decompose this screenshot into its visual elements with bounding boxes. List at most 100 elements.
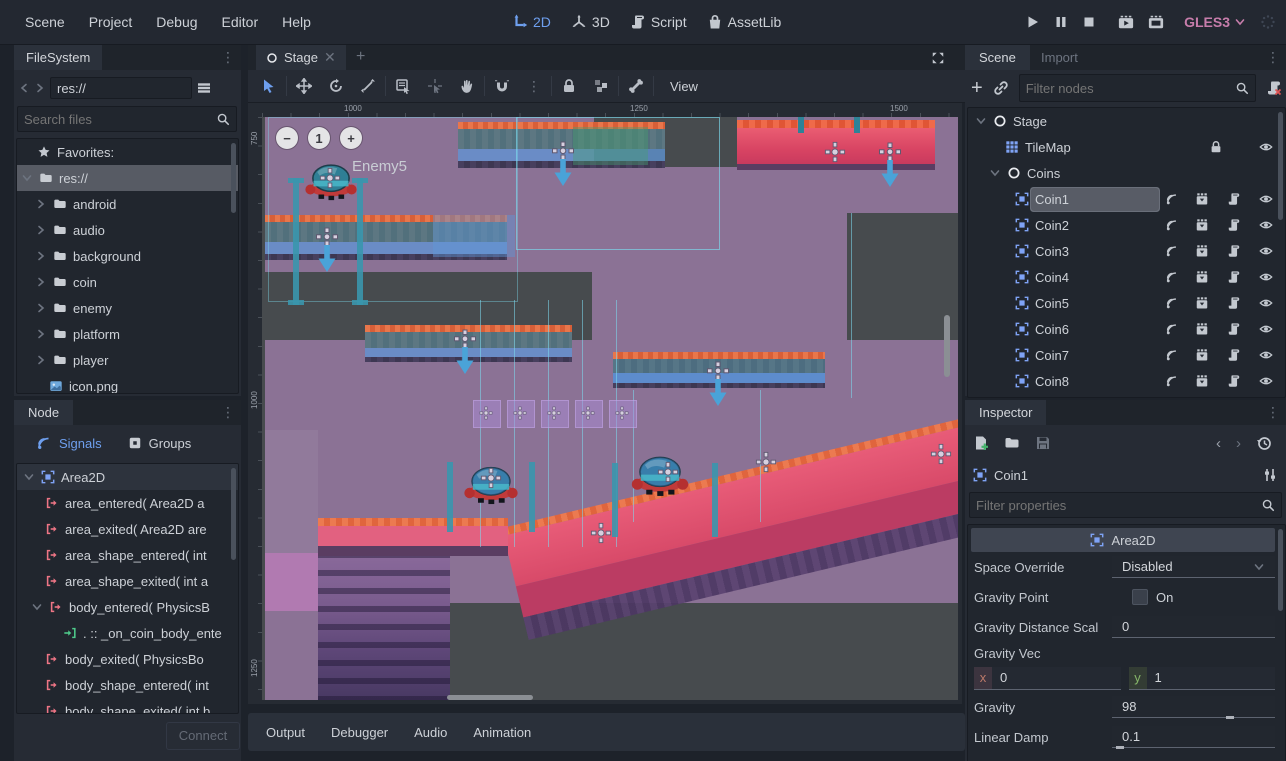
- gravity-point-checkbox[interactable]: [1132, 589, 1148, 605]
- signal-icon[interactable]: [1165, 244, 1179, 258]
- menu-help[interactable]: Help: [271, 14, 322, 30]
- chevron-right-icon[interactable]: [35, 276, 47, 288]
- gizmo-crosshair-icon[interactable]: [480, 467, 502, 489]
- linear-damp-field[interactable]: 0.1: [1112, 726, 1275, 748]
- pause-button[interactable]: [1054, 15, 1068, 29]
- chevron-right-icon[interactable]: [35, 250, 47, 262]
- script-icon[interactable]: [1227, 192, 1241, 206]
- favorites-item[interactable]: Favorites:: [17, 139, 238, 165]
- tab-signals[interactable]: Signals: [36, 435, 102, 451]
- node-stage[interactable]: Stage: [968, 108, 1285, 134]
- path-field[interactable]: [50, 77, 192, 99]
- grouped-icon[interactable]: [1195, 244, 1209, 258]
- filter-nodes-input[interactable]: [1020, 81, 1235, 96]
- history-forward-icon[interactable]: ›: [1236, 435, 1241, 452]
- script-icon[interactable]: [1227, 296, 1241, 310]
- section-area2d[interactable]: Area2D: [971, 528, 1275, 552]
- gizmo-crosshair-icon[interactable]: [930, 443, 952, 465]
- chevron-down-icon[interactable]: [31, 601, 43, 613]
- scrollbar[interactable]: [1278, 529, 1283, 611]
- visibility-eye-icon[interactable]: [1259, 140, 1273, 154]
- coin-gizmo-icon[interactable]: [547, 406, 561, 420]
- visibility-eye-icon[interactable]: [1259, 374, 1273, 388]
- menu-editor[interactable]: Editor: [211, 14, 270, 30]
- signal-item[interactable]: area_exited( Area2D are: [17, 516, 238, 542]
- coin-node[interactable]: [575, 400, 603, 428]
- grouped-icon[interactable]: [1195, 296, 1209, 310]
- menu-debug[interactable]: Debug: [145, 14, 208, 30]
- snap-toggle-button[interactable]: [487, 72, 517, 100]
- scrollbar[interactable]: [1278, 112, 1283, 220]
- tree-item-iconpng[interactable]: icon.png: [17, 373, 238, 394]
- connect-button[interactable]: Connect: [166, 722, 240, 750]
- instance-scene-icon[interactable]: [993, 80, 1009, 96]
- load-resource-icon[interactable]: [1004, 435, 1020, 451]
- gravity-vec-x-field[interactable]: x 0: [974, 667, 1121, 690]
- slider-grabber[interactable]: [1226, 716, 1234, 719]
- chevron-down-icon[interactable]: [21, 172, 33, 184]
- visibility-eye-icon[interactable]: [1259, 348, 1273, 362]
- stop-button[interactable]: [1082, 15, 1096, 29]
- nav-forward-icon[interactable]: [34, 82, 46, 94]
- script-icon[interactable]: [1227, 244, 1241, 258]
- signal-icon[interactable]: [1165, 296, 1179, 310]
- panel-menu-icon[interactable]: ⋮: [221, 49, 235, 66]
- select-tool-button[interactable]: [254, 72, 284, 100]
- group-object-button[interactable]: [586, 72, 616, 100]
- save-resource-icon[interactable]: [1035, 435, 1051, 451]
- expand-viewport-icon[interactable]: [931, 51, 945, 65]
- move-gizmo[interactable]: [451, 329, 479, 375]
- tab-groups[interactable]: Groups: [128, 436, 192, 451]
- signal-icon[interactable]: [1165, 348, 1179, 362]
- move-gizmo[interactable]: [549, 141, 577, 187]
- coin-node[interactable]: [507, 400, 535, 428]
- snap-select-button[interactable]: [420, 72, 450, 100]
- object-history-icon[interactable]: [1256, 435, 1272, 451]
- canvas-2d[interactable]: Enemy5 − 1 +: [262, 117, 958, 700]
- node-coin4[interactable]: Coin4: [968, 264, 1285, 290]
- space-override-dropdown[interactable]: Disabled: [1112, 556, 1275, 578]
- chevron-right-icon[interactable]: [35, 328, 47, 340]
- renderer-dropdown[interactable]: GLES3: [1184, 14, 1246, 30]
- signal-item[interactable]: area_shape_entered( int: [17, 542, 238, 568]
- visibility-eye-icon[interactable]: [1259, 244, 1273, 258]
- rotate-tool-button[interactable]: [321, 72, 351, 100]
- visibility-eye-icon[interactable]: [1259, 192, 1273, 206]
- signal-connection[interactable]: . :: _on_coin_body_ente: [17, 620, 238, 646]
- coin-node[interactable]: [541, 400, 569, 428]
- signal-item[interactable]: body_exited( PhysicsBo: [17, 646, 238, 672]
- visibility-eye-icon[interactable]: [1259, 322, 1273, 336]
- tree-item-player[interactable]: player: [17, 347, 238, 373]
- zoom-in-button[interactable]: +: [340, 127, 362, 149]
- signal-icon[interactable]: [1165, 192, 1179, 206]
- nav-back-icon[interactable]: [18, 82, 30, 94]
- coin-gizmo-icon[interactable]: [479, 406, 493, 420]
- script-icon[interactable]: [1227, 322, 1241, 336]
- node-coin8[interactable]: Coin8: [968, 368, 1285, 394]
- signal-item-body-entered[interactable]: body_entered( PhysicsB: [17, 594, 238, 620]
- move-gizmo[interactable]: [704, 361, 732, 407]
- node-coin5[interactable]: Coin5: [968, 290, 1285, 316]
- coin-gizmo-icon[interactable]: [615, 406, 629, 420]
- tab-import[interactable]: Import: [1027, 45, 1092, 70]
- chevron-right-icon[interactable]: [35, 198, 47, 210]
- gizmo-crosshair-icon[interactable]: [755, 451, 777, 473]
- gravity-vec-y-field[interactable]: y 1: [1129, 667, 1276, 690]
- tree-item-background[interactable]: background: [17, 243, 238, 269]
- script-icon[interactable]: [1227, 270, 1241, 284]
- workspace-assetlib[interactable]: AssetLib: [707, 14, 782, 30]
- tree-item-audio[interactable]: audio: [17, 217, 238, 243]
- visibility-eye-icon[interactable]: [1259, 296, 1273, 310]
- view-menu[interactable]: View: [656, 79, 712, 94]
- chevron-right-icon[interactable]: [35, 354, 47, 366]
- tree-item-enemy[interactable]: enemy: [17, 295, 238, 321]
- grouped-icon[interactable]: [1195, 322, 1209, 336]
- tab-audio[interactable]: Audio: [414, 725, 447, 740]
- signal-item[interactable]: area_shape_exited( int a: [17, 568, 238, 594]
- new-resource-icon[interactable]: [973, 435, 989, 451]
- signal-icon[interactable]: [1165, 374, 1179, 388]
- script-icon[interactable]: [1227, 218, 1241, 232]
- chevron-right-icon[interactable]: [35, 224, 47, 236]
- grouped-icon[interactable]: [1195, 192, 1209, 206]
- close-tab-icon[interactable]: ✕: [324, 49, 336, 66]
